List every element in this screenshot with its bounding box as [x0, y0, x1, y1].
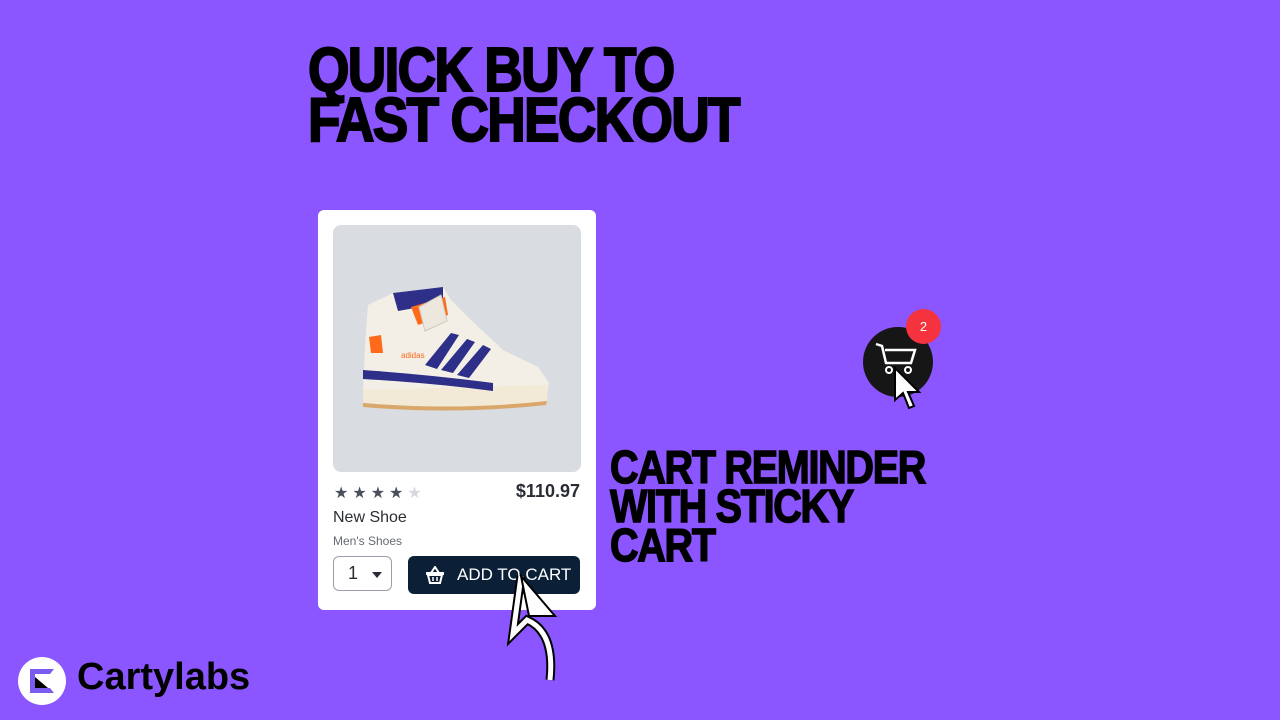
product-price: $110.97: [515, 481, 580, 501]
product-image[interactable]: adidas: [333, 225, 581, 472]
star-icon: ★: [389, 485, 404, 502]
feature-text: CART REMINDER WITH STICKY CART: [609, 443, 927, 569]
cartylabs-logo: [18, 657, 66, 705]
quantity-select[interactable]: 1: [333, 556, 392, 591]
cart-count-badge: 2: [906, 309, 941, 344]
product-card: adidas ★ ★ ★ ★ ★ $110.97 New Shoe Men's …: [318, 210, 596, 610]
star-icon: ★: [334, 485, 349, 502]
star-empty-icon: ★: [407, 485, 422, 502]
quantity-value: 1: [348, 563, 359, 583]
pointer-cursor-icon: [894, 366, 922, 410]
chevron-down-icon: [372, 572, 382, 578]
star-icon: ★: [352, 485, 367, 502]
star-icon: ★: [370, 485, 386, 502]
basket-icon: [426, 566, 444, 584]
cursor-arrow-icon: [506, 572, 558, 681]
product-name[interactable]: New Shoe: [333, 509, 407, 527]
rating-stars: ★ ★ ★ ★ ★: [334, 483, 422, 503]
headline: QUICK BUY TO FAST CHECKOUT: [307, 39, 741, 155]
product-category: Men's Shoes: [333, 534, 402, 548]
brand-name: Cartylabs: [77, 656, 251, 698]
headline-line-2: FAST CHECKOUT: [307, 86, 741, 155]
svg-text:adidas: adidas: [401, 351, 425, 360]
